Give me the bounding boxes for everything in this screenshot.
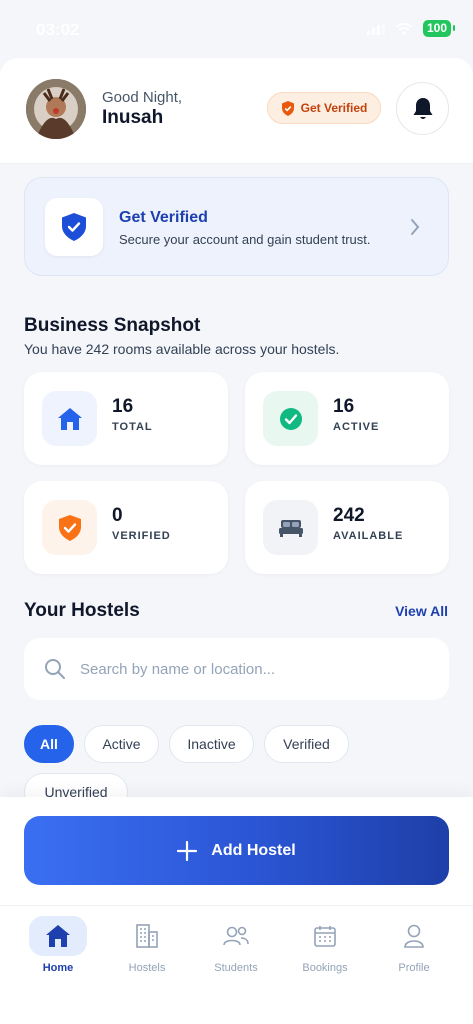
check-circle-icon	[279, 407, 302, 430]
user-icon	[404, 924, 424, 948]
snapshot-title: Business Snapshot	[24, 315, 201, 336]
nav-label: Hostels	[128, 962, 166, 974]
users-icon	[223, 926, 249, 946]
nav-label: Home	[42, 962, 74, 974]
home-icon	[46, 925, 70, 947]
stat-icon-box	[42, 391, 97, 446]
status-icons: 100	[366, 20, 456, 37]
greeting-text: Good Night,	[102, 89, 183, 106]
verify-icon-box	[45, 198, 103, 256]
nav-label: Bookings	[302, 962, 348, 974]
app-header: Good Night, Inusah Get Verified	[0, 58, 473, 164]
nav-icon-wrap	[207, 916, 265, 956]
stat-icon-box	[263, 391, 318, 446]
nav-item-hostels[interactable]: Hostels	[102, 916, 192, 980]
nav-label: Profile	[398, 962, 430, 974]
nav-icon-wrap	[296, 916, 354, 956]
filter-chip-all[interactable]: All	[24, 725, 74, 763]
stat-card-total[interactable]: 16 TOTAL	[24, 372, 228, 465]
add-hostel-label: Add Hostel	[211, 841, 296, 859]
verify-card-subtitle: Secure your account and gain student tru…	[119, 232, 371, 247]
bed-icon	[278, 519, 303, 537]
nav-label: Students	[214, 962, 258, 974]
stat-card-verified[interactable]: 0 VERIFIED	[24, 481, 228, 574]
stat-icon-box	[263, 500, 318, 555]
hostels-title: Your Hostels	[24, 600, 140, 621]
wifi-icon	[395, 22, 413, 35]
stat-label: ACTIVE	[333, 421, 380, 433]
nav-item-students[interactable]: Students	[191, 916, 281, 980]
stat-icon-box	[42, 500, 97, 555]
snapshot-subtitle: You have 242 rooms available across your…	[24, 341, 340, 357]
avatar-image	[26, 79, 86, 139]
stat-value: 0	[112, 505, 123, 526]
nav-item-profile[interactable]: Profile	[369, 916, 459, 980]
get-verified-badge-label: Get Verified	[300, 101, 368, 115]
shield-check-icon	[58, 514, 81, 541]
nav-item-home[interactable]: Home	[13, 916, 103, 980]
verify-card-title: Get Verified	[119, 209, 208, 226]
stat-card-active[interactable]: 16 ACTIVE	[245, 372, 449, 465]
signal-icon	[366, 22, 385, 35]
nav-item-bookings[interactable]: Bookings	[280, 916, 370, 980]
search-input[interactable]	[80, 654, 420, 684]
avatar[interactable]	[26, 79, 86, 139]
search-icon	[45, 659, 65, 679]
battery-indicator: 100	[422, 20, 456, 37]
search-box	[24, 638, 449, 700]
stat-label: TOTAL	[112, 421, 153, 433]
nav-icon-wrap	[118, 916, 176, 956]
building-icon	[136, 924, 158, 948]
stat-card-available[interactable]: 242 AVAILABLE	[245, 481, 449, 574]
get-verified-badge[interactable]: Get Verified	[267, 92, 381, 124]
home-icon	[57, 407, 82, 430]
get-verified-card[interactable]: Get Verified Secure your account and gai…	[24, 177, 449, 276]
filter-chip-active[interactable]: Active	[84, 725, 159, 763]
user-name: Inusah	[102, 107, 164, 128]
shield-icon	[281, 100, 294, 116]
shield-check-icon	[62, 213, 86, 241]
stat-label: VERIFIED	[112, 530, 171, 542]
nav-icon-wrap	[29, 916, 87, 956]
bottom-nav: Home Hostels Students Bookings Profile	[0, 905, 473, 1024]
notifications-button[interactable]	[396, 82, 449, 135]
stat-value: 242	[333, 505, 365, 526]
add-hostel-bar: Add Hostel	[0, 797, 473, 905]
stat-label: AVAILABLE	[333, 530, 404, 542]
view-all-link[interactable]: View All	[395, 603, 448, 619]
add-hostel-button[interactable]: Add Hostel	[24, 816, 449, 885]
bell-icon	[413, 97, 432, 119]
nav-icon-wrap	[385, 916, 443, 956]
chevron-right-icon	[411, 219, 420, 235]
plus-icon	[177, 840, 198, 861]
status-bar: 03:02 100	[0, 0, 473, 58]
status-time: 03:02	[36, 20, 80, 39]
stat-value: 16	[333, 396, 355, 417]
calendar-icon	[314, 926, 336, 947]
filter-chip-inactive[interactable]: Inactive	[169, 725, 254, 763]
filter-chip-verified[interactable]: Verified	[264, 725, 349, 763]
stat-value: 16	[112, 396, 134, 417]
